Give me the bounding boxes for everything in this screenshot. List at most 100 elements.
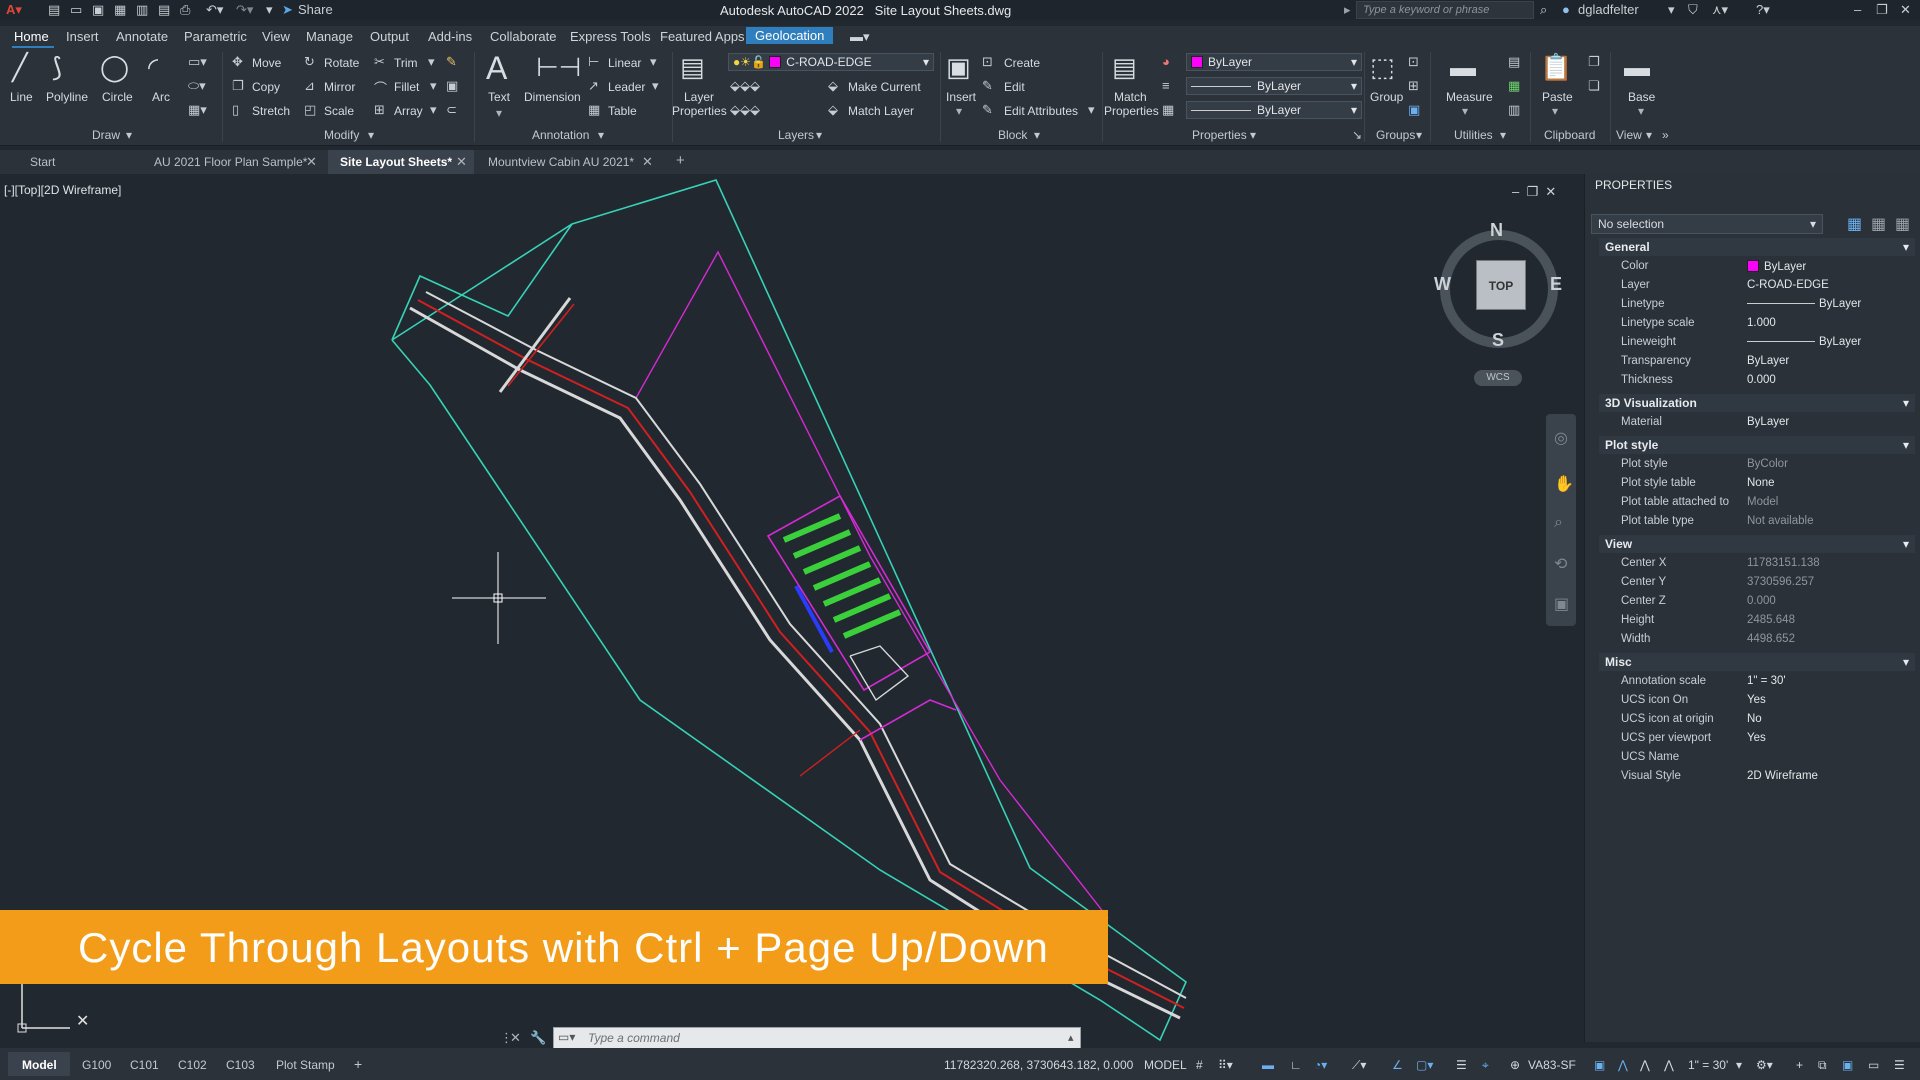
- coordinates-readout[interactable]: 11782320.268, 3730643.182, 0.000: [944, 1058, 1133, 1072]
- quick-select-icon[interactable]: ▦: [1895, 214, 1910, 234]
- toggle-pickadd-icon[interactable]: ▦: [1847, 214, 1862, 234]
- block-panel-expand-icon[interactable]: ▾: [1034, 128, 1040, 142]
- copy-icon[interactable]: ❐: [232, 78, 244, 94]
- make-current-icon[interactable]: ⬙: [828, 78, 838, 94]
- insert-icon[interactable]: ▣: [946, 52, 971, 83]
- ribbon-more-icon[interactable]: »: [1662, 128, 1669, 142]
- tab-insert[interactable]: Insert: [64, 29, 101, 44]
- table-button[interactable]: Table: [608, 104, 637, 118]
- viewcube[interactable]: TOP N S E W: [1434, 220, 1564, 350]
- tab-output[interactable]: Output: [368, 29, 411, 44]
- section-general[interactable]: General ▾: [1599, 238, 1915, 256]
- command-line-customize-icon[interactable]: 🔧: [530, 1030, 546, 1046]
- snap-icon[interactable]: ⠿▾: [1218, 1058, 1233, 1072]
- stretch-button[interactable]: Stretch: [252, 104, 290, 118]
- doc-tab-mountview[interactable]: Mountview Cabin AU 2021*: [488, 155, 634, 169]
- draw-panel-expand-icon[interactable]: ▾: [126, 128, 132, 142]
- isodraft-icon[interactable]: ⟋▾: [1352, 1058, 1366, 1073]
- zoom-icon[interactable]: ⌕: [1554, 514, 1563, 532]
- insert-dropdown-icon[interactable]: ▾: [956, 104, 962, 118]
- section-misc[interactable]: Misc ▾: [1599, 653, 1915, 671]
- make-current-button[interactable]: Make Current: [848, 80, 921, 94]
- prop-value-lineweight[interactable]: ByLayer: [1747, 336, 1861, 348]
- object-snap-tracking-icon[interactable]: ∠: [1392, 1058, 1403, 1072]
- cart-icon[interactable]: ⛉: [1688, 2, 1698, 18]
- linetype-dropdown[interactable]: ByLayer ▾: [1186, 101, 1362, 119]
- prop-value[interactable]: Yes: [1747, 732, 1766, 744]
- trim-dropdown-icon[interactable]: ▾: [428, 54, 435, 70]
- hatch-icon[interactable]: ⬭▾: [188, 78, 206, 94]
- fillet-icon[interactable]: ⌒: [374, 78, 387, 97]
- region-icon[interactable]: ▦▾: [188, 102, 207, 118]
- new-file-icon[interactable]: ▤: [48, 2, 60, 18]
- compass-south[interactable]: S: [1492, 330, 1504, 351]
- match-properties-button-line2[interactable]: Properties: [1104, 104, 1159, 118]
- linear-dropdown-icon[interactable]: ▾: [650, 54, 657, 70]
- command-line-close-icon[interactable]: ✕: [510, 1030, 521, 1046]
- workspace-gear-icon[interactable]: ⚙▾: [1756, 1058, 1773, 1072]
- properties-title[interactable]: PROPERTIES: [1595, 178, 1672, 192]
- model-space-button[interactable]: MODEL: [1144, 1058, 1187, 1072]
- group-button[interactable]: Group: [1370, 90, 1403, 104]
- share-button[interactable]: Share: [298, 2, 333, 17]
- group-select-icon[interactable]: ▣: [1408, 102, 1420, 118]
- ungroup-icon[interactable]: ⊡: [1408, 54, 1419, 70]
- viewport-close-icon[interactable]: ✕: [1545, 184, 1556, 199]
- prop-value-linetype[interactable]: ByLayer: [1747, 298, 1861, 310]
- block-panel-label[interactable]: Block: [998, 128, 1027, 142]
- modify-panel-expand-icon[interactable]: ▾: [368, 128, 374, 142]
- text-icon[interactable]: A: [486, 50, 507, 87]
- leader-icon[interactable]: ↗: [588, 78, 599, 94]
- select-objects-icon[interactable]: ▦: [1871, 214, 1886, 234]
- match-properties-icon[interactable]: ▤: [1112, 52, 1137, 83]
- edit-block-icon[interactable]: ✎: [982, 78, 993, 94]
- object-snap-icon[interactable]: ▢▾: [1416, 1058, 1433, 1072]
- copy-clip-icon[interactable]: ❐: [1588, 54, 1600, 70]
- close-tab-icon[interactable]: ✕: [642, 154, 653, 170]
- new-layout-icon[interactable]: +: [354, 1056, 362, 1072]
- doc-tab-floor-plan[interactable]: AU 2021 Floor Plan Sample*: [154, 155, 307, 169]
- linear-icon[interactable]: ⊢: [588, 54, 599, 70]
- tab-collaborate[interactable]: Collaborate: [488, 29, 559, 44]
- prop-value[interactable]: No: [1747, 713, 1762, 725]
- explode-icon[interactable]: ▣: [446, 78, 458, 94]
- restore-icon[interactable]: ❐: [1876, 2, 1888, 18]
- trim-icon[interactable]: ✂: [374, 54, 385, 70]
- dimension-button[interactable]: Dimension: [524, 90, 581, 104]
- minimize-icon[interactable]: –: [1854, 2, 1861, 17]
- layer-properties-icon[interactable]: ▤: [680, 52, 705, 83]
- grid-icon[interactable]: #: [1196, 1058, 1203, 1072]
- dynamic-input-icon[interactable]: ▬: [1262, 1058, 1274, 1072]
- polyline-button[interactable]: Polyline: [46, 90, 88, 104]
- ortho-icon[interactable]: ∟: [1290, 1058, 1302, 1072]
- layout-tab-g100[interactable]: G100: [82, 1058, 111, 1072]
- search-icon[interactable]: ⌕: [1540, 2, 1547, 18]
- tab-manage[interactable]: Manage: [304, 29, 355, 44]
- groups-panel-label[interactable]: Groups: [1376, 128, 1415, 142]
- autodesk-icon[interactable]: ⋏▾: [1712, 2, 1728, 18]
- leader-dropdown-icon[interactable]: ▾: [652, 78, 659, 94]
- selection-dropdown[interactable]: No selection ▾: [1591, 214, 1823, 234]
- undo-icon[interactable]: ↶▾: [206, 2, 223, 18]
- prop-value[interactable]: 2D Wireframe: [1747, 770, 1818, 782]
- offset-icon[interactable]: ⊂: [446, 102, 457, 118]
- clean-screen-icon[interactable]: ▭: [1868, 1058, 1879, 1072]
- viewport-minimize-icon[interactable]: –: [1512, 184, 1519, 199]
- rotate-button[interactable]: Rotate: [324, 56, 359, 70]
- edit-attributes-icon[interactable]: ✎: [982, 102, 993, 118]
- publish-icon[interactable]: ▥: [136, 2, 148, 18]
- edit-attributes-dropdown-icon[interactable]: ▾: [1088, 102, 1095, 118]
- annotation-panel-label[interactable]: Annotation: [532, 128, 589, 142]
- annotation-scale[interactable]: 1" = 30': [1688, 1058, 1728, 1072]
- annotation-monitor-icon[interactable]: +: [1796, 1058, 1803, 1072]
- dimension-icon[interactable]: ⊢⊣: [536, 52, 581, 83]
- viewport-restore-icon[interactable]: ❐: [1526, 184, 1538, 199]
- quick-properties-icon[interactable]: ▣: [1594, 1058, 1605, 1072]
- plot-icon[interactable]: ▤: [158, 2, 170, 18]
- tab-express-tools[interactable]: Express Tools: [568, 29, 653, 44]
- showmotion-icon[interactable]: ▣: [1554, 594, 1569, 614]
- section-3d-visualization[interactable]: 3D Visualization ▾: [1599, 394, 1915, 412]
- isolate-objects-icon[interactable]: ⧉: [1818, 1058, 1827, 1073]
- properties-dialog-launcher-icon[interactable]: ↘: [1352, 128, 1362, 142]
- view-panel-label[interactable]: View: [1616, 128, 1642, 142]
